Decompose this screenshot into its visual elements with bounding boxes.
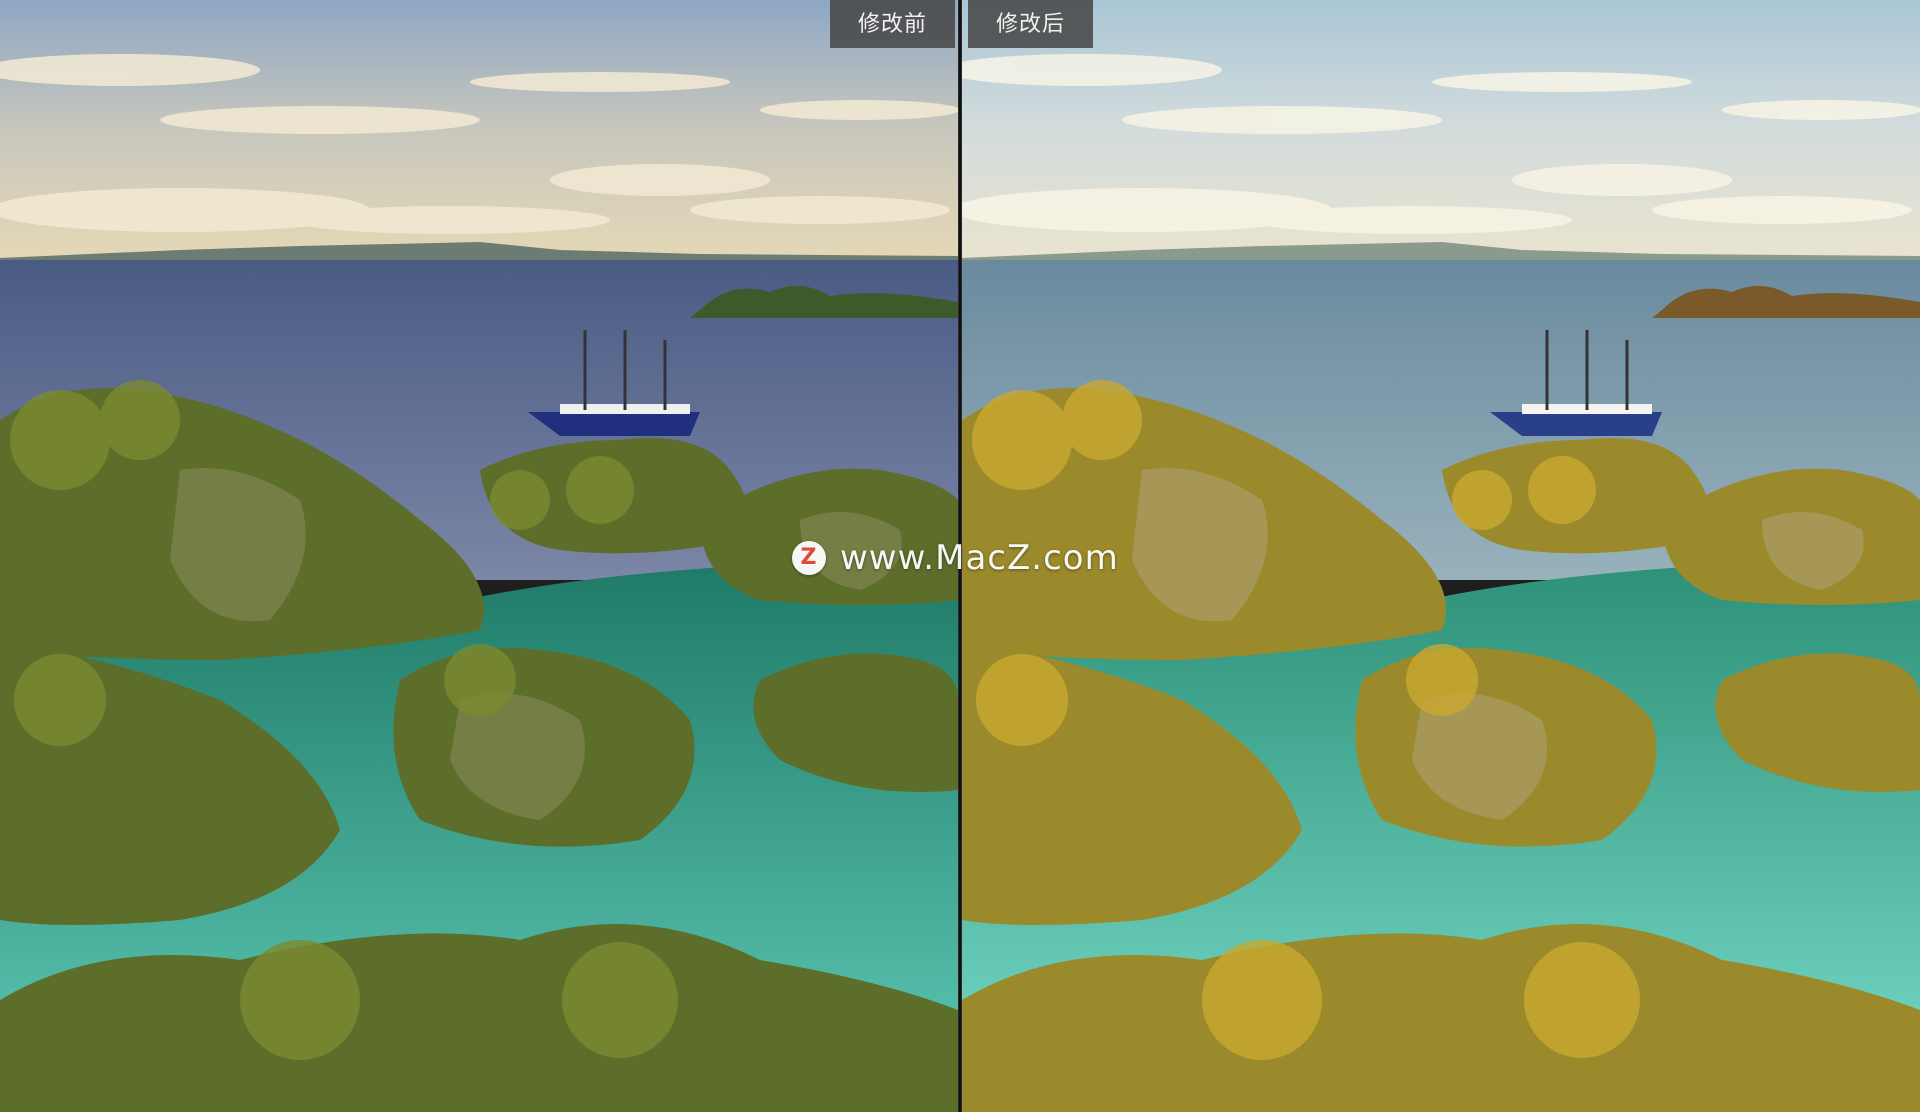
- macz-logo-icon: Z: [792, 541, 826, 575]
- logo-letter: Z: [800, 545, 818, 570]
- after-label: 修改后: [968, 0, 1094, 48]
- before-after-viewer: 修改前 修改后 Z www.MacZ.com: [0, 0, 1920, 1112]
- watermark: Z www.MacZ.com: [792, 534, 1119, 582]
- before-label: 修改前: [830, 0, 956, 48]
- watermark-text: www.MacZ.com: [840, 538, 1119, 578]
